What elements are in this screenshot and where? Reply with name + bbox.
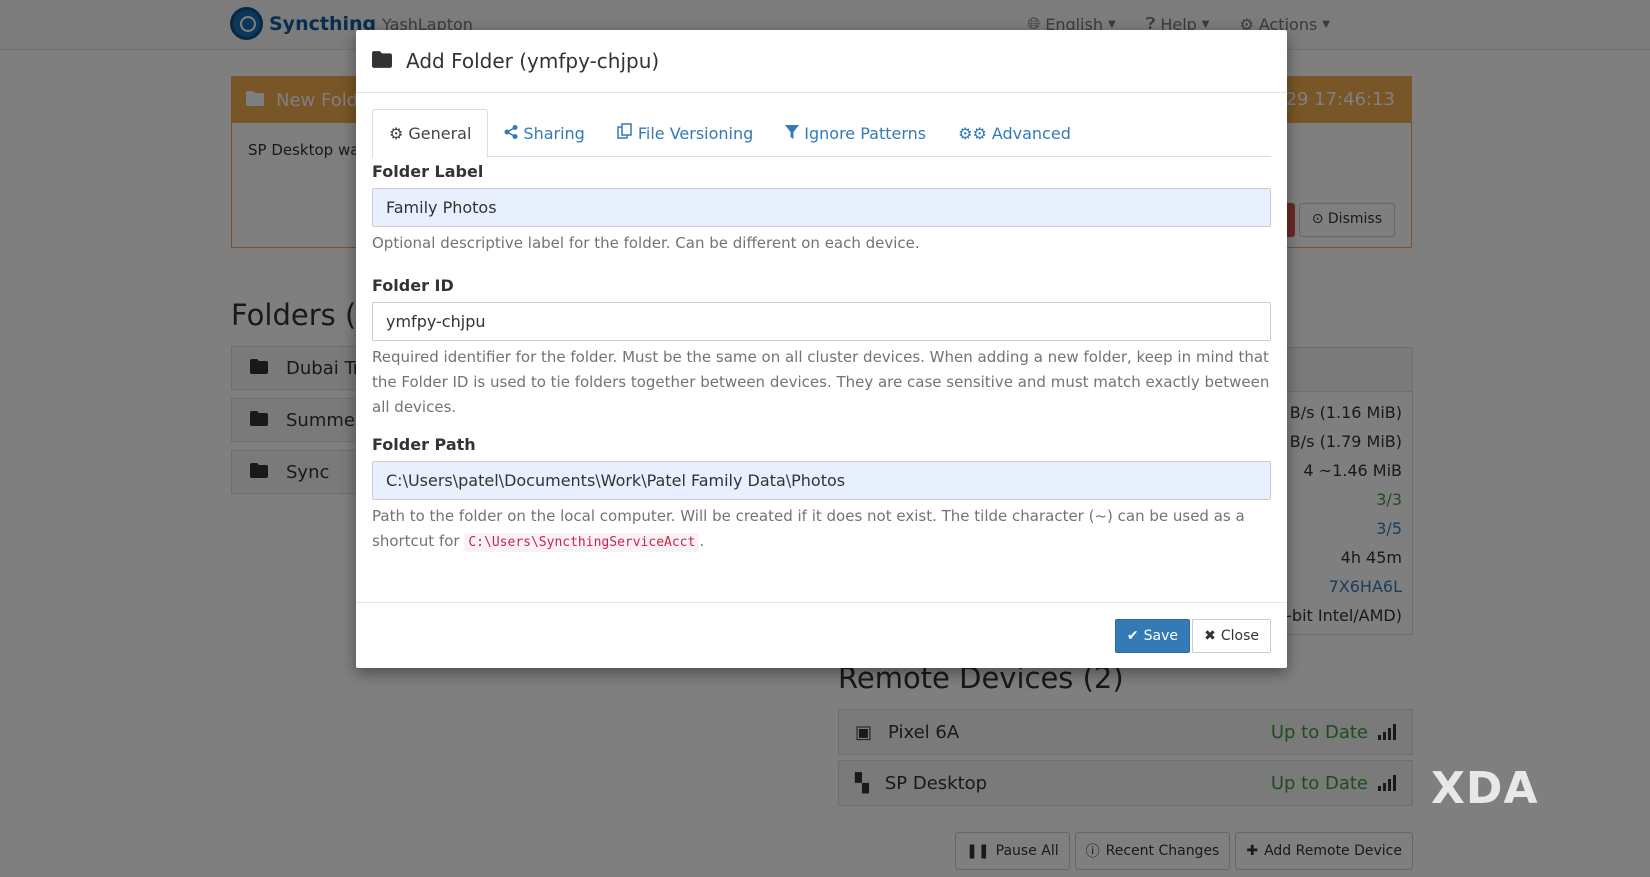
check-icon: ✔ — [1126, 628, 1139, 644]
close-icon: ✖ — [1204, 628, 1216, 644]
folder-label-help: Optional descriptive label for the folde… — [372, 234, 920, 252]
modal-footer: ✔ Save ✖ Close — [356, 602, 1287, 668]
add-folder-dialog: Add Folder (ymfpy-chjpu) ⚙ General Shari… — [356, 30, 1287, 668]
folder-path-input[interactable] — [372, 461, 1271, 500]
gear-icon: ⚙ — [389, 124, 404, 143]
tab-general[interactable]: ⚙ General — [372, 109, 489, 158]
tab-file-versioning[interactable]: File Versioning — [601, 109, 769, 157]
folder-id-input[interactable] — [372, 302, 1271, 341]
close-button[interactable]: ✖ Close — [1192, 619, 1271, 653]
folder-icon — [372, 50, 392, 72]
save-label: Save — [1143, 628, 1178, 644]
modal-title: Add Folder (ymfpy-chjpu) — [406, 49, 660, 73]
save-button[interactable]: ✔ Save — [1114, 619, 1190, 653]
tab-label: General — [408, 124, 472, 143]
modal-header: Add Folder (ymfpy-chjpu) — [356, 30, 1287, 93]
tab-label: Ignore Patterns — [804, 123, 927, 143]
close-label: Close — [1220, 628, 1259, 644]
folder-label-label: Folder Label — [372, 162, 484, 181]
folder-path-help: Path to the folder on the local computer… — [372, 504, 1271, 555]
xda-watermark: XDA — [1431, 763, 1539, 814]
share-icon — [504, 124, 518, 143]
tab-label: Advanced — [991, 123, 1071, 143]
folder-label-input[interactable] — [372, 188, 1271, 227]
service-account-path: C:\Users\SyncthingServiceAcct — [464, 533, 700, 552]
folder-id-help: Required identifier for the folder. Must… — [372, 348, 1270, 416]
copy-icon — [617, 123, 633, 143]
tab-label: File Versioning — [637, 123, 754, 143]
folder-path-help-suffix: . — [699, 532, 705, 550]
tab-ignore-patterns[interactable]: Ignore Patterns — [769, 109, 942, 157]
tab-advanced[interactable]: ⚙⚙ Advanced — [942, 109, 1087, 157]
cogs-icon: ⚙⚙ — [958, 123, 987, 143]
folder-tabs: ⚙ General Sharing File Versioning Ignore… — [372, 109, 1271, 158]
folder-id-label: Folder ID — [372, 276, 454, 295]
filter-icon — [785, 124, 800, 143]
tab-sharing[interactable]: Sharing — [488, 109, 600, 157]
folder-path-label: Folder Path — [372, 435, 476, 454]
tab-label: Sharing — [523, 123, 585, 143]
